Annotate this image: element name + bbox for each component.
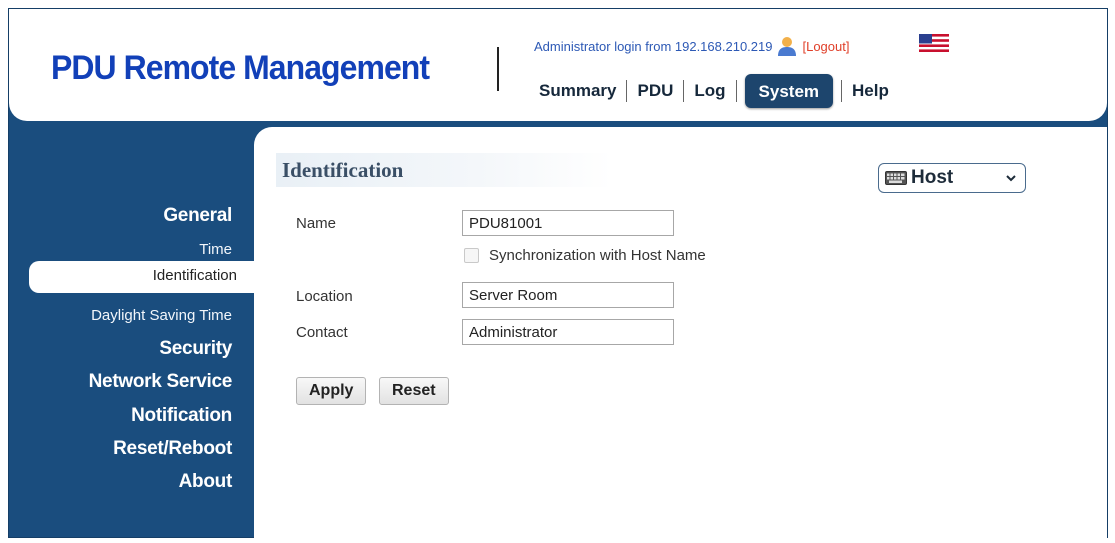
chevron-down-icon — [1005, 171, 1017, 183]
us-flag-icon[interactable] — [919, 34, 949, 52]
name-label: Name — [296, 215, 337, 232]
section-title: Identification — [276, 153, 612, 187]
nav-separator — [735, 80, 737, 102]
name-input[interactable] — [462, 210, 674, 236]
sidebar-item-about[interactable]: About — [179, 471, 233, 493]
sidebar-item-notification[interactable]: Notification — [131, 405, 232, 427]
sidebar-item-label: Identification — [152, 267, 237, 284]
content-panel: Identification Host Name PDU81001 Synchr… — [254, 127, 1107, 538]
sync-host-name-row: Synchronization with Host Name — [464, 247, 706, 264]
main-nav: Summary PDU Log System Help — [529, 73, 899, 109]
host-select[interactable]: Host — [878, 163, 1026, 193]
contact-input[interactable] — [462, 319, 674, 345]
sidebar-item-network-service[interactable]: Network Service — [89, 371, 233, 393]
app-frame: PDU Remote Management Administrator logi… — [8, 8, 1108, 538]
sidebar-item-time[interactable]: Time — [199, 241, 232, 258]
keyboard-icon — [885, 171, 907, 185]
sidebar-item-security[interactable]: Security — [159, 338, 232, 360]
sidebar-item-general[interactable]: General — [163, 205, 232, 227]
header: PDU Remote Management Administrator logi… — [9, 9, 1107, 121]
sync-host-name-label: Synchronization with Host Name — [489, 247, 706, 264]
login-info: Administrator login from 192.168.210.219… — [534, 35, 849, 57]
contact-label: Contact — [296, 324, 348, 341]
location-input[interactable] — [462, 282, 674, 308]
sync-host-name-checkbox[interactable] — [464, 248, 479, 263]
sidebar-item-daylight-saving-time[interactable]: Daylight Saving Time — [91, 307, 232, 324]
reset-button[interactable]: Reset — [379, 377, 449, 405]
sidebar: General Time Identification Daylight Sav… — [9, 121, 259, 538]
nav-tab-pdu[interactable]: PDU — [627, 73, 683, 109]
sidebar-item-reset-reboot[interactable]: Reset/Reboot — [113, 438, 232, 460]
user-icon — [776, 35, 798, 57]
location-label: Location — [296, 288, 353, 305]
login-text: Administrator login from 192.168.210.219 — [534, 38, 773, 54]
title-divider — [497, 47, 499, 91]
nav-tab-summary[interactable]: Summary — [529, 73, 626, 109]
logout-link[interactable]: [Logout] — [802, 39, 849, 54]
sidebar-item-identification[interactable]: Identification — [29, 261, 259, 293]
host-select-value: Host — [911, 167, 954, 188]
app-title: PDU Remote Management — [51, 49, 430, 87]
apply-button[interactable]: Apply — [296, 377, 367, 405]
nav-tab-help[interactable]: Help — [842, 73, 899, 109]
nav-tab-log[interactable]: Log — [684, 73, 735, 109]
nav-tab-system[interactable]: System — [744, 74, 834, 108]
